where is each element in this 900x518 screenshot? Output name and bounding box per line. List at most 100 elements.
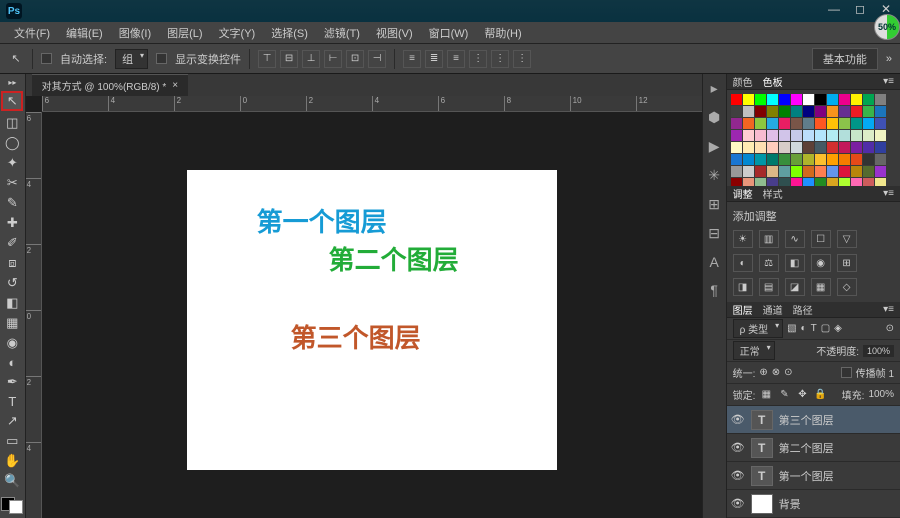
menu-filter[interactable]: 滤镜(T) — [318, 23, 366, 43]
show-transform-checkbox[interactable] — [156, 53, 167, 64]
swatch[interactable] — [791, 106, 802, 117]
swatch[interactable] — [803, 94, 814, 105]
balance-icon[interactable]: ⚖ — [759, 254, 779, 272]
swatch[interactable] — [743, 130, 754, 141]
menu-view[interactable]: 视图(V) — [370, 23, 419, 43]
dist-right-icon[interactable]: ⋮ — [513, 50, 531, 68]
swatches-tab[interactable]: 色板 — [763, 74, 783, 89]
align-vcenter-icon[interactable]: ⊟ — [280, 50, 298, 68]
text-layer-3[interactable]: 第三个图层 — [291, 318, 421, 355]
swatch[interactable] — [827, 106, 838, 117]
canvas-area[interactable]: 第一个图层 第二个图层 第三个图层 — [42, 112, 702, 518]
swatch[interactable] — [767, 130, 778, 141]
healing-tool[interactable]: ✚ — [1, 215, 23, 231]
vibrance-icon[interactable]: ▽ — [837, 230, 857, 248]
adjust-tab[interactable]: 调整 — [733, 186, 753, 201]
lock-pos-icon[interactable]: ✥ — [795, 388, 809, 402]
actions-panel-icon[interactable]: ▶ — [709, 138, 720, 155]
swatch[interactable] — [779, 130, 790, 141]
path-tool[interactable]: ↗ — [1, 413, 23, 429]
swatch[interactable] — [803, 142, 814, 153]
filter-smart-icon[interactable]: ◈ — [834, 323, 842, 334]
align-top-icon[interactable]: ⊤ — [258, 50, 276, 68]
menu-help[interactable]: 帮助(H) — [478, 23, 527, 43]
move-tool[interactable]: ↖ — [1, 91, 23, 111]
unify-style-icon[interactable]: ⊙ — [784, 367, 792, 378]
filter-pixel-icon[interactable]: ▧ — [787, 323, 796, 334]
styles-panel-icon[interactable]: ⊞ — [708, 196, 720, 213]
tab-close-icon[interactable]: × — [172, 80, 178, 91]
swatch[interactable] — [863, 94, 874, 105]
swatches-grid[interactable] — [727, 90, 900, 186]
swatch[interactable] — [827, 118, 838, 129]
layer-item[interactable]: 👁T第二个图层 — [727, 434, 900, 462]
visibility-icon[interactable]: 👁 — [731, 413, 745, 426]
bw-icon[interactable]: ◧ — [785, 254, 805, 272]
swatch[interactable] — [851, 178, 862, 186]
swatch[interactable] — [779, 118, 790, 129]
blur-tool[interactable]: ◉ — [1, 335, 23, 351]
gradient-map-icon[interactable]: ▦ — [811, 278, 831, 296]
color-tab[interactable]: 颜色 — [733, 74, 753, 89]
layer-filter-kind[interactable]: ρ 类型 — [733, 319, 783, 338]
swatch[interactable] — [815, 94, 826, 105]
swatch[interactable] — [863, 154, 874, 165]
swatch[interactable] — [827, 178, 838, 186]
swatch[interactable] — [863, 166, 874, 177]
styles-tab[interactable]: 样式 — [763, 186, 783, 201]
channels-panel-icon[interactable]: ⊟ — [708, 225, 720, 242]
opacity-value[interactable]: 100% — [863, 345, 894, 357]
maximize-button[interactable]: ◻ — [850, 2, 870, 16]
swatch[interactable] — [851, 154, 862, 165]
swatch[interactable] — [755, 178, 766, 186]
swatch[interactable] — [743, 166, 754, 177]
color-picker[interactable] — [1, 497, 23, 514]
swatch[interactable] — [803, 130, 814, 141]
mixer-icon[interactable]: ⊞ — [837, 254, 857, 272]
lasso-tool[interactable]: ◯ — [1, 135, 23, 151]
unify-pos-icon[interactable]: ⊕ — [759, 367, 767, 378]
swatch[interactable] — [803, 118, 814, 129]
menu-image[interactable]: 图像(I) — [113, 23, 157, 43]
zoom-tool[interactable]: 🔍 — [1, 473, 23, 489]
swatch[interactable] — [731, 166, 742, 177]
brush-tool[interactable]: ✐ — [1, 235, 23, 251]
swatch[interactable] — [767, 142, 778, 153]
align-hcenter-icon[interactable]: ⊡ — [346, 50, 364, 68]
swatch[interactable] — [839, 166, 850, 177]
swatch[interactable] — [755, 154, 766, 165]
swatch[interactable] — [743, 154, 754, 165]
hue-icon[interactable]: ◐ — [733, 254, 753, 272]
channels-tab[interactable]: 通道 — [763, 302, 783, 317]
brush-panel-icon[interactable]: ⬢ — [708, 109, 720, 126]
swatch[interactable] — [815, 106, 826, 117]
swatch[interactable] — [839, 178, 850, 186]
dist-hcenter-icon[interactable]: ⋮ — [491, 50, 509, 68]
swatch[interactable] — [791, 142, 802, 153]
layer-name[interactable]: 背景 — [779, 496, 801, 512]
layer-name[interactable]: 第一个图层 — [779, 468, 834, 484]
photo-filter-icon[interactable]: ◉ — [811, 254, 831, 272]
swatch[interactable] — [863, 118, 874, 129]
filter-type-icon[interactable]: T — [811, 323, 817, 334]
swatch[interactable] — [755, 166, 766, 177]
dodge-tool[interactable]: ◐ — [1, 355, 23, 370]
curves-icon[interactable]: ∿ — [785, 230, 805, 248]
layer-item[interactable]: 👁T第一个图层 — [727, 462, 900, 490]
panel-menu-icon[interactable]: ▾≡ — [883, 76, 894, 87]
layer-item[interactable]: 👁背景 — [727, 490, 900, 518]
menu-select[interactable]: 选择(S) — [265, 23, 314, 43]
swatch[interactable] — [791, 130, 802, 141]
visibility-icon[interactable]: 👁 — [731, 469, 745, 482]
align-right-icon[interactable]: ⊣ — [368, 50, 386, 68]
swatch[interactable] — [875, 142, 886, 153]
posterize-icon[interactable]: ▤ — [759, 278, 779, 296]
swatch[interactable] — [815, 130, 826, 141]
swatch[interactable] — [767, 178, 778, 186]
visibility-icon[interactable]: 👁 — [731, 441, 745, 454]
pen-tool[interactable]: ✒ — [1, 374, 23, 390]
dist-top-icon[interactable]: ≡ — [403, 50, 421, 68]
stamp-tool[interactable]: ⧈ — [1, 255, 23, 271]
swatch[interactable] — [863, 142, 874, 153]
swatch[interactable] — [743, 118, 754, 129]
